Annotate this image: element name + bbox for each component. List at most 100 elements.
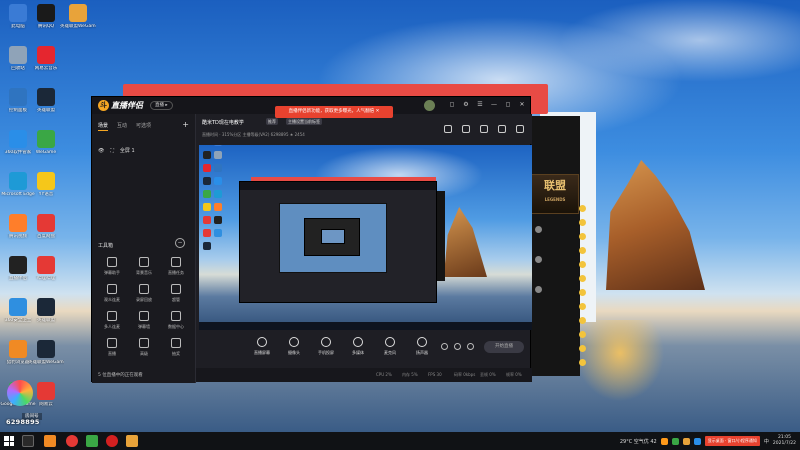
tool-label: 抽奖: [172, 351, 180, 356]
gift-icon[interactable]: [444, 125, 452, 133]
maximize-icon[interactable]: ◻: [504, 101, 512, 108]
tool-button[interactable]: 弹幕墙: [128, 311, 160, 330]
scene-item[interactable]: 👁 ⛶ 全屏 1: [98, 147, 135, 155]
source-button[interactable]: 手机投屏: [311, 337, 341, 356]
sidebar: 场景 互动 可选项 + 👁 ⛶ 全屏 1 工具箱 − 弹幕助手 背景音乐 直播任务观众连…: [92, 114, 196, 383]
room-tag[interactable]: 推荐: [266, 118, 278, 125]
tray-notification[interactable]: 显示桌面 · 窗口/小程序通知: [704, 436, 760, 446]
taskbar-app-music[interactable]: [66, 435, 78, 447]
shield-icon: [9, 298, 27, 316]
tool-label: 背景音乐: [136, 270, 152, 275]
status-item: 丢帧 0%: [480, 372, 496, 377]
source-button[interactable]: 多媒体: [343, 337, 373, 356]
screen-icon: [257, 337, 267, 347]
tool-button[interactable]: 抽奖: [160, 338, 192, 357]
qq-icon: [37, 4, 55, 22]
toolbox-title: 工具箱: [98, 243, 114, 249]
settings-icon[interactable]: [467, 343, 474, 350]
tray-icon[interactable]: [671, 437, 679, 445]
chat-avatar: [535, 226, 542, 233]
tool-button[interactable]: 直播任务: [160, 257, 192, 276]
source-label: 麦克风: [384, 350, 396, 355]
desktop-shortcut[interactable]: 网易云音乐: [28, 46, 64, 72]
source-label: 多媒体: [352, 350, 364, 355]
tool-button[interactable]: 数据中心: [160, 311, 192, 330]
source-button[interactable]: 直播屏幕: [247, 337, 277, 356]
desktop-shortcut[interactable]: 哔哩哔哩: [28, 256, 64, 282]
sidebar-tab[interactable]: 场景: [98, 122, 109, 131]
secondary-app-window[interactable]: 联盟 LEGENDS: [528, 116, 580, 376]
taskbar-app-browser[interactable]: [106, 435, 118, 447]
stream-preview[interactable]: [199, 145, 532, 330]
input-language[interactable]: 中: [764, 438, 769, 445]
source-button[interactable]: 麦克风: [375, 337, 405, 356]
tray-icon[interactable]: [660, 437, 668, 445]
visibility-icon[interactable]: 👁: [98, 148, 104, 154]
desktop-shortcut[interactable]: 腾讯QQ: [28, 4, 64, 30]
share-icon[interactable]: [480, 125, 488, 133]
user-avatar[interactable]: [424, 100, 435, 111]
toolbox-grid: 弹幕助手 背景音乐 直播任务观众连麦 录屏回放 超管多人连麦 弹幕墙 数据中心直播 高级 抽奖: [96, 257, 192, 357]
desktop-shortcut[interactable]: WeGame: [28, 130, 64, 156]
tray-icon[interactable]: [693, 437, 701, 445]
live-icon: [9, 256, 27, 274]
tray-icon[interactable]: [682, 437, 690, 445]
start-live-button[interactable]: 开始直播: [484, 341, 524, 353]
desktop-shortcut[interactable]: 英雄联盟: [28, 298, 64, 324]
more-icon[interactable]: [516, 125, 524, 133]
tool-button[interactable]: 观众连麦: [96, 284, 128, 303]
menu-icon[interactable]: ☰: [476, 101, 484, 108]
live-mode-pill[interactable]: 直播 ▸: [150, 101, 173, 110]
camera-small-icon[interactable]: [441, 343, 448, 350]
video-icon: [9, 214, 27, 232]
eye-icon[interactable]: [454, 343, 461, 350]
desktop-shortcut[interactable]: 英雄联盟: [28, 88, 64, 114]
tool-button[interactable]: 录屏回放: [128, 284, 160, 303]
room-tag[interactable]: 主播设置当前标签: [286, 118, 322, 125]
task-view-icon[interactable]: [22, 435, 34, 447]
task-icon: [171, 257, 181, 267]
tool-button[interactable]: 弹幕助手: [96, 257, 128, 276]
tool-button[interactable]: 超管: [160, 284, 192, 303]
desktop-shortcut[interactable]: 英雄联盟WeGame版: [60, 4, 96, 30]
wall-icon: [139, 311, 149, 321]
start-button[interactable]: [4, 436, 14, 446]
taskbar-app-wegame[interactable]: [86, 435, 98, 447]
tool-button[interactable]: 高级: [128, 338, 160, 357]
tool-button[interactable]: 背景音乐: [128, 257, 160, 276]
weather-text[interactable]: 29°C 空气优 42: [620, 438, 657, 445]
tool-button[interactable]: 直播: [96, 338, 128, 357]
pin-icon[interactable]: ◻: [448, 101, 456, 108]
desktop-shortcut-label: 英雄联盟: [37, 108, 55, 113]
minimize-icon[interactable]: —: [490, 101, 498, 108]
lock-icon[interactable]: [462, 125, 470, 133]
room-title[interactable]: 酷米TD现在电教学: [202, 119, 244, 126]
phone-icon: [321, 337, 331, 347]
taskbar-app-game[interactable]: [126, 435, 138, 447]
sidebar-tab[interactable]: 互动: [117, 122, 127, 131]
tool-label: 弹幕助手: [104, 270, 120, 275]
status-item: 帧率 0%: [506, 372, 522, 377]
add-scene-button[interactable]: +: [182, 120, 189, 129]
source-button[interactable]: 扬声器: [407, 337, 437, 356]
source-button[interactable]: 摄像头: [279, 337, 309, 356]
settings-icon[interactable]: ⚙: [462, 101, 470, 108]
close-icon[interactable]: ✕: [518, 101, 526, 108]
bell-icon[interactable]: [498, 125, 506, 133]
clock[interactable]: 21:05 2021/7/22: [773, 435, 796, 447]
streaming-app-window[interactable]: 斗 直播伴侣 直播 ▸ ◻ ⚙ ☰ — ◻ ✕ 直播伴侣新功能，获取更多曝光，人气翻倍 ✕…: [91, 96, 532, 383]
lol-icon: [37, 88, 55, 106]
tool-button[interactable]: 多人连麦: [96, 311, 128, 330]
chat-icon: [107, 257, 117, 267]
desktop-shortcut[interactable]: 百度网盘: [28, 214, 64, 240]
promo-banner[interactable]: 直播伴侣新功能，获取更多曝光，人气翻倍 ✕: [275, 106, 393, 118]
platform-logo-icon: [7, 380, 33, 406]
desktop-shortcut[interactable]: YY语音: [28, 172, 64, 198]
status-item: CPU 2%: [376, 372, 392, 377]
browser-icon: [9, 340, 27, 358]
taskbar-app-explorer[interactable]: [44, 435, 56, 447]
sidebar-tab[interactable]: 可选项: [136, 122, 151, 131]
toolbox-collapse-button[interactable]: −: [175, 238, 185, 248]
source-label: 扬声器: [416, 350, 428, 355]
desktop-shortcut[interactable]: 英雄联盟WeGame版: [28, 340, 64, 366]
